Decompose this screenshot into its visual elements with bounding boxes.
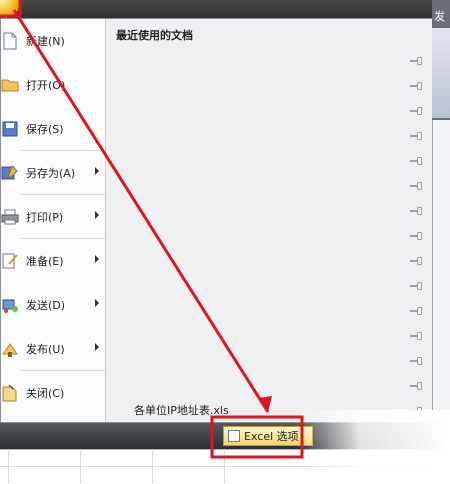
menu-item-open[interactable]: 打开(O) [1,65,105,105]
pin-icon[interactable] [410,257,424,265]
menu-separator [21,238,105,239]
submenu-arrow-icon [95,299,99,307]
menu-item-label: 打印(P) [26,211,64,224]
menu-item-save[interactable]: 保存(S) [1,109,105,149]
publish-icon [1,338,19,360]
pin-icon[interactable] [410,57,424,65]
pin-icon[interactable] [410,232,424,240]
menu-item-prepare[interactable]: 准备(E) [1,241,105,281]
menu-item-label: 新建(N) [26,35,65,48]
submenu-arrow-icon [95,343,99,351]
menu-separator [21,370,105,371]
menu-separator [21,150,105,151]
options-icon [228,430,240,442]
background-sheet [432,120,450,420]
excel-options-label: Excel 选项 [244,430,299,443]
menu-item-label: 打开(O) [26,79,66,92]
menu-item-send[interactable]: 发送(D) [1,285,105,325]
pin-icon[interactable] [410,332,424,340]
prepare-icon [1,250,19,272]
submenu-arrow-icon [95,167,99,175]
menu-commands-pane: 新建(N) 打开(O) 保存(S) 另存为(A) 打印(P) 准备(E) 发送(… [1,19,106,422]
pin-icon[interactable] [410,182,424,190]
menu-item-save-as[interactable]: 另存为(A) [1,153,105,193]
menu-item-close[interactable]: 关闭(C) [1,373,105,413]
pin-icon[interactable] [410,307,424,315]
open-folder-icon [1,74,19,96]
menu-item-new[interactable]: 新建(N) [1,21,105,61]
print-icon [1,206,19,228]
office-file-menu: 新建(N) 打开(O) 保存(S) 另存为(A) 打印(P) 准备(E) 发送(… [0,18,432,423]
recent-documents-title: 最近使用的文档 [116,29,193,42]
blurred-corner [298,410,450,483]
menu-item-label: 保存(S) [26,123,64,136]
pin-icon[interactable] [410,107,424,115]
menu-item-label: 发送(D) [26,299,66,312]
pin-icon[interactable] [410,282,424,290]
background-window-label: 发 [434,10,445,23]
pin-icon[interactable] [410,357,424,365]
pin-icon[interactable] [410,82,424,90]
menu-item-print[interactable]: 打印(P) [1,197,105,237]
submenu-arrow-icon [95,255,99,263]
pin-icon[interactable] [410,382,424,390]
menu-item-publish[interactable]: 发布(U) [1,329,105,369]
submenu-arrow-icon [95,211,99,219]
pin-icon[interactable] [410,207,424,215]
close-document-icon [1,382,19,404]
save-as-icon [1,162,19,184]
send-icon [1,294,19,316]
pin-icon[interactable] [410,132,424,140]
recent-file-item[interactable]: 各单位IP地址表.xls [134,402,229,418]
menu-item-label: 准备(E) [26,255,64,268]
recent-documents-pane: 最近使用的文档 各单位IP地址表.xls [106,19,432,422]
background-ribbon [432,28,450,118]
pin-icon[interactable] [410,157,424,165]
menu-item-label: 发布(U) [26,343,65,356]
menu-separator [21,194,105,195]
menu-item-label: 关闭(C) [26,387,65,400]
new-document-icon [1,30,19,52]
menu-item-label: 另存为(A) [26,167,76,180]
save-icon [1,118,19,140]
